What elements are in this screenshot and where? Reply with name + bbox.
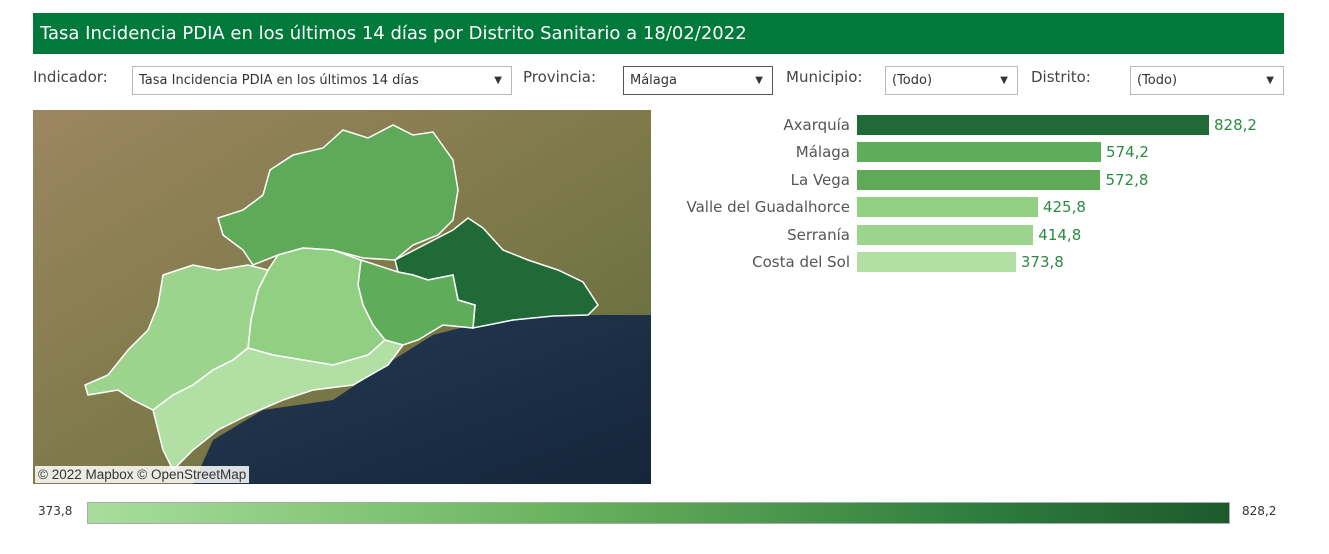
bar-value-label: 574,2: [1106, 143, 1149, 162]
bar[interactable]: [857, 115, 1209, 135]
chevron-down-icon: ▼: [494, 75, 502, 86]
provincia-value: Málaga: [630, 73, 677, 88]
dashboard-title: Tasa Incidencia PDIA en los últimos 14 d…: [33, 13, 1284, 54]
bar[interactable]: [857, 224, 1034, 245]
municipio-label: Municipio:: [786, 68, 863, 86]
provincia-label: Provincia:: [523, 68, 597, 86]
indicador-label: Indicador:: [33, 68, 108, 86]
bar-label: Málaga: [795, 143, 850, 162]
chevron-down-icon: ▼: [1266, 75, 1274, 86]
chevron-down-icon: ▼: [1000, 75, 1008, 86]
provincia-dropdown[interactable]: Málaga ▼: [623, 66, 773, 95]
distrito-value: (Todo): [1137, 73, 1178, 88]
map-canvas[interactable]: [33, 110, 651, 484]
indicador-value: Tasa Incidencia PDIA en los últimos 14 d…: [139, 73, 419, 88]
municipio-dropdown[interactable]: (Todo) ▼: [885, 66, 1018, 95]
bar-chart: Axarquía 828,2 Málaga 574,2 La Vega 572,8 Vall…: [660, 110, 1300, 290]
bar-label: La Vega: [790, 170, 850, 189]
district-map[interactable]: © 2022 Mapbox © OpenStreetMap: [33, 110, 651, 484]
bar-label: Costa del Sol: [752, 253, 850, 271]
bar-value-label: 425,8: [1042, 198, 1086, 217]
bar-label: Valle del Guadalhorce: [686, 198, 850, 217]
chevron-down-icon: ▼: [755, 75, 763, 86]
distrito-dropdown[interactable]: (Todo) ▼: [1130, 66, 1284, 95]
bar-value-label: 373,8: [1020, 253, 1064, 271]
legend-min-label: 373,8: [38, 504, 73, 518]
bar[interactable]: [857, 142, 1102, 163]
bar[interactable]: [857, 252, 1016, 272]
bar-value-label: 572,8: [1105, 170, 1149, 189]
color-legend-bar: [87, 502, 1230, 524]
distrito-label: Distrito:: [1031, 68, 1091, 86]
legend-max-label: 828,2: [1242, 504, 1277, 518]
bar-label: Serranía: [787, 225, 850, 244]
map-credit: © 2022 Mapbox © OpenStreetMap: [35, 466, 250, 483]
bar[interactable]: [857, 169, 1101, 190]
bar-value-label: 414,8: [1038, 225, 1082, 244]
municipio-value: (Todo): [892, 73, 933, 88]
bar-label: Axarquía: [783, 116, 850, 134]
bar-value-label: 828,2: [1214, 116, 1257, 134]
indicador-dropdown[interactable]: Tasa Incidencia PDIA en los últimos 14 d…: [132, 66, 512, 95]
bar[interactable]: [857, 197, 1038, 218]
